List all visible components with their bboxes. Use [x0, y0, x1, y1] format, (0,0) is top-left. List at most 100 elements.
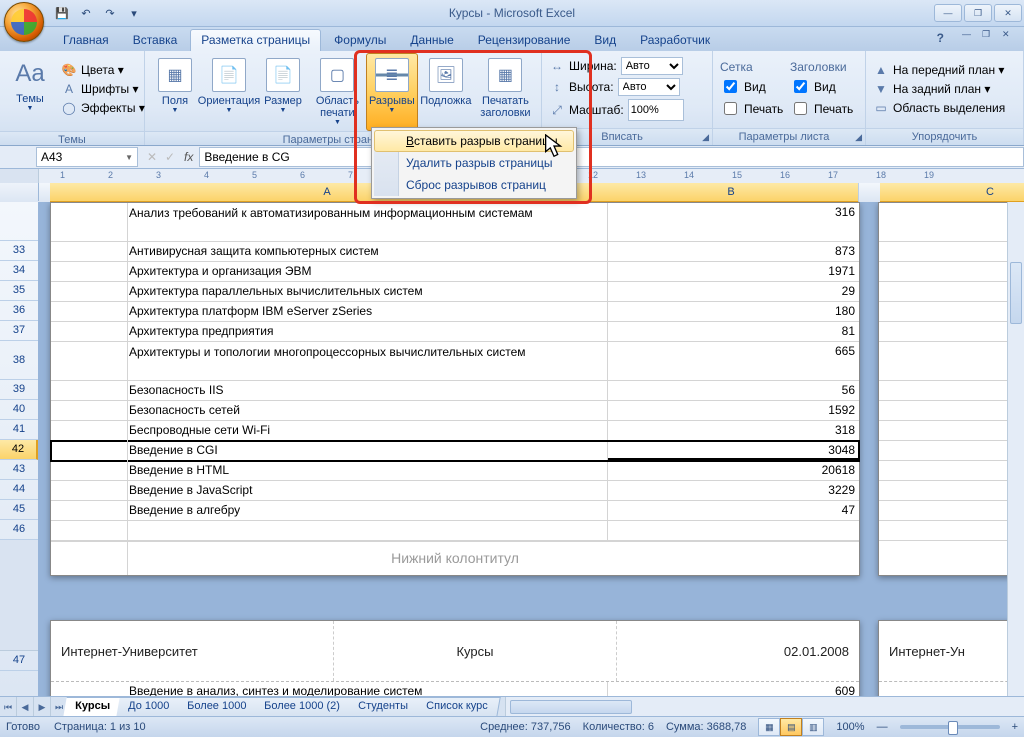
cell-a[interactable]: Беспроводные сети Wi-Fi	[51, 421, 608, 440]
row-header[interactable]: 44	[0, 480, 38, 500]
cell-b[interactable]: 1592	[608, 401, 859, 420]
table-row[interactable]: Анализ требований к автоматизированным и…	[51, 203, 859, 242]
cell-c[interactable]	[879, 401, 1008, 420]
mdi-close[interactable]: ✕	[1002, 29, 1018, 43]
table-row[interactable]	[879, 203, 1008, 242]
gridlines-view-check[interactable]	[724, 80, 737, 93]
tab-review[interactable]: Рецензирование	[467, 29, 582, 51]
bring-to-front[interactable]: ▲На передний план ▾	[870, 61, 1008, 79]
cell-c[interactable]	[879, 322, 1008, 341]
headings-print[interactable]: Печать	[787, 98, 859, 119]
table-row[interactable]	[879, 282, 1008, 302]
vertical-scrollbar-thumb[interactable]	[1010, 262, 1022, 324]
themes-button[interactable]: Aa Темы ▼	[4, 53, 56, 131]
gridlines-view[interactable]: Вид	[717, 76, 785, 97]
theme-fonts[interactable]: AШрифты ▾	[58, 80, 148, 98]
scale-height-input[interactable]: Авто	[618, 78, 680, 96]
cell-b[interactable]	[608, 521, 859, 540]
sheet-tab[interactable]: Более 1000 (2)	[253, 697, 353, 717]
table-row[interactable]	[879, 302, 1008, 322]
cell-a[interactable]: Антивирусная защита компьютерных систем	[51, 242, 608, 261]
row-header[interactable]: 34	[0, 261, 38, 281]
row-header[interactable]: 47	[0, 651, 38, 671]
table-row[interactable]	[879, 441, 1008, 461]
size-button[interactable]: 📄Размер▼	[257, 53, 309, 131]
qat-redo[interactable]: ↷	[100, 3, 120, 23]
cell-b[interactable]: 47	[608, 501, 859, 520]
row-header[interactable]: 43	[0, 460, 38, 480]
zoom-slider-knob[interactable]	[948, 721, 958, 735]
cell-a[interactable]: Безопасность IIS	[51, 381, 608, 400]
cell-c[interactable]	[879, 441, 1008, 460]
qat-customize[interactable]: ▾	[124, 3, 144, 23]
cell-b[interactable]: 29	[608, 282, 859, 301]
cell-c[interactable]	[879, 381, 1008, 400]
table-row[interactable]: Введение в алгебру47	[51, 501, 859, 521]
table-row[interactable]	[879, 401, 1008, 421]
table-row[interactable]	[879, 421, 1008, 441]
cell-c[interactable]	[879, 342, 1008, 380]
table-row[interactable]	[879, 262, 1008, 282]
row-header[interactable]: 45	[0, 500, 38, 520]
vertical-scrollbar[interactable]	[1007, 202, 1024, 697]
cell-a[interactable]: Архитектуры и топологии многопроцессорны…	[51, 342, 608, 380]
col-header-c[interactable]: C	[880, 183, 1024, 203]
table-row[interactable]: Введение в JavaScript3229	[51, 481, 859, 501]
table-row[interactable]: Антивирусная защита компьютерных систем8…	[51, 242, 859, 262]
background-button[interactable]: 🖼Подложка	[420, 53, 472, 131]
name-box[interactable]: A43▼	[36, 147, 138, 167]
enter-formula-icon[interactable]: ✓	[162, 149, 178, 165]
cell-a[interactable]: Введение в анализ, синтез и моделировани…	[51, 682, 608, 697]
cell-c[interactable]	[879, 242, 1008, 261]
sheet-tab[interactable]: Курсы	[63, 697, 122, 717]
row-header[interactable]: 39	[0, 380, 38, 400]
row-header[interactable]: 42	[0, 440, 38, 460]
row-header[interactable]: 46	[0, 520, 38, 540]
tab-insert[interactable]: Вставка	[122, 29, 189, 51]
cell-c[interactable]	[879, 302, 1008, 321]
scale-width-input[interactable]: Авто	[621, 57, 683, 75]
fx-icon[interactable]: fx	[184, 150, 193, 164]
orientation-button[interactable]: 📄Ориентация▼	[203, 53, 255, 131]
headings-view[interactable]: Вид	[787, 76, 859, 97]
row-header[interactable]	[0, 202, 38, 241]
table-row[interactable]: Архитектура и организация ЭВМ1971	[51, 262, 859, 282]
tab-next[interactable]: ▶	[34, 697, 51, 717]
table-row[interactable]: Введение в HTML20618	[51, 461, 859, 481]
qat-undo[interactable]: ↶	[76, 3, 96, 23]
cell-a[interactable]: Архитектура параллельных вычислительных …	[51, 282, 608, 301]
cell-a[interactable]: Введение в JavaScript	[51, 481, 608, 500]
margins-button[interactable]: ▦Поля▼	[149, 53, 201, 131]
row-header[interactable]: 41	[0, 420, 38, 440]
table-row[interactable]: Архитектура предприятия81	[51, 322, 859, 342]
scale-percent-input[interactable]	[628, 99, 684, 121]
cell-b[interactable]: 316	[608, 203, 859, 241]
cell-a[interactable]: Анализ требований к автоматизированным и…	[51, 203, 608, 241]
table-row[interactable]	[879, 481, 1008, 501]
tab-home[interactable]: Главная	[52, 29, 120, 51]
sheet-tab[interactable]: Более 1000	[175, 697, 259, 717]
zoom-out[interactable]: —	[877, 721, 888, 733]
cell-b[interactable]: 665	[608, 342, 859, 380]
cell-c[interactable]	[879, 481, 1008, 500]
cell-c[interactable]	[879, 203, 1008, 241]
horizontal-scrollbar-thumb[interactable]	[510, 700, 632, 714]
cell-b[interactable]: 20618	[608, 461, 859, 480]
cell-b[interactable]: 3229	[608, 481, 859, 500]
view-page-break[interactable]: ▥	[802, 718, 824, 736]
office-button[interactable]	[4, 2, 44, 42]
print-titles-button[interactable]: ▦Печатать заголовки	[474, 53, 537, 131]
cell-a[interactable]: Введение в алгебру	[51, 501, 608, 520]
qat-save[interactable]: 💾	[52, 3, 72, 23]
cell-c[interactable]	[879, 282, 1008, 301]
maximize-button[interactable]: ❐	[964, 4, 992, 22]
cell-b[interactable]: 1971	[608, 262, 859, 281]
remove-page-break[interactable]: Удалить разрыв страницы	[374, 152, 574, 174]
table-row[interactable]: Введение в CGI3048	[51, 441, 859, 461]
cell-a[interactable]: Архитектура и организация ЭВМ	[51, 262, 608, 281]
row-header[interactable]: 35	[0, 281, 38, 301]
tab-view[interactable]: Вид	[583, 29, 627, 51]
row-header[interactable]: 37	[0, 321, 38, 341]
cell-a[interactable]: Введение в HTML	[51, 461, 608, 480]
cell-c[interactable]	[879, 501, 1008, 520]
